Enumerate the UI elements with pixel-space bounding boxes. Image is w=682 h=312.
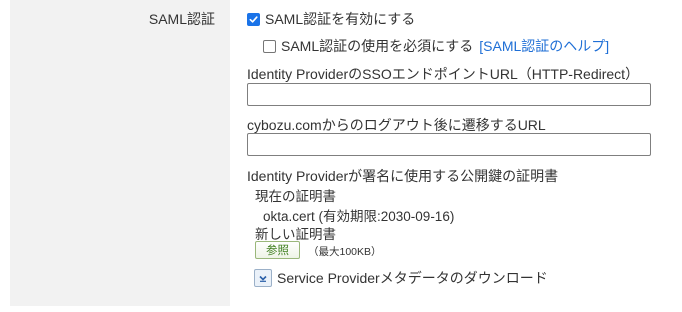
enable-saml-label[interactable]: SAML認証を有効にする — [265, 9, 415, 29]
download-icon[interactable] — [254, 269, 272, 287]
require-saml-row[interactable]: SAML認証の使用を必須にする [SAML認証のヘルプ] — [263, 36, 609, 56]
current-certificate-label: 現在の証明書 — [255, 189, 336, 204]
saml-help-link[interactable]: [SAML認証のヘルプ] — [479, 36, 609, 56]
logout-url-label: cybozu.comからのログアウト後に遷移するURL — [247, 117, 546, 133]
logout-url-input[interactable] — [247, 133, 651, 156]
sso-url-label: Identity ProviderのSSOエンドポイントURL（HTTP-Red… — [247, 66, 640, 82]
max-size-note: （最大100KB） — [308, 246, 382, 258]
require-saml-checkbox[interactable] — [263, 39, 276, 53]
sso-url-input[interactable] — [247, 83, 651, 106]
new-certificate-label: 新しい証明書 — [255, 227, 336, 242]
checkmark-icon — [249, 15, 258, 23]
current-certificate-value: okta.cert (有効期限:2030-09-16) — [263, 209, 455, 224]
require-saml-label[interactable]: SAML認証の使用を必須にする — [281, 36, 473, 56]
label-column — [10, 0, 230, 306]
enable-saml-checkbox[interactable] — [247, 12, 260, 26]
sp-metadata-download[interactable]: Service Providerメタデータのダウンロード — [254, 268, 548, 288]
download-label[interactable]: Service Providerメタデータのダウンロード — [277, 268, 548, 288]
section-label: SAML認証 — [148, 11, 215, 27]
browse-button[interactable]: 参照 — [255, 241, 300, 259]
enable-saml-row[interactable]: SAML認証を有効にする — [247, 9, 415, 29]
certificate-label: Identity Providerが署名に使用する公開鍵の証明書 — [247, 168, 559, 184]
